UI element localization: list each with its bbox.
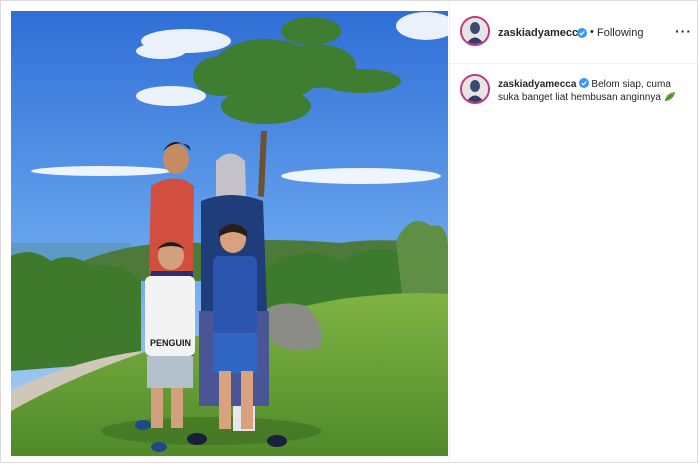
- verified-badge-icon: [579, 78, 590, 88]
- separator-dot: •: [590, 26, 594, 38]
- photo-shirt-text: PENGUIN: [150, 338, 191, 348]
- instagram-post: PENGUIN zaskiadyamecca • Following ··· z…: [0, 0, 699, 464]
- caption-text-block: zaskiadyamecca Belom siap, cuma suka bang…: [498, 78, 693, 104]
- avatar[interactable]: [460, 74, 490, 104]
- post-sidebar: zaskiadyamecca • Following ··· zaskiadya…: [449, 1, 699, 464]
- post-photo[interactable]: PENGUIN: [11, 11, 448, 456]
- profile-username[interactable]: zaskiadyamecca: [498, 27, 584, 39]
- verified-badge-icon: [577, 28, 587, 38]
- avatar[interactable]: [460, 16, 490, 46]
- caption-username[interactable]: zaskiadyamecca: [498, 79, 576, 90]
- more-options-icon[interactable]: ···: [675, 23, 692, 39]
- leaf-icon: [664, 92, 675, 102]
- following-button[interactable]: Following: [597, 27, 643, 39]
- post-header: zaskiadyamecca • Following ···: [450, 1, 699, 64]
- caption-comment: zaskiadyamecca Belom siap, cuma suka bang…: [450, 64, 699, 144]
